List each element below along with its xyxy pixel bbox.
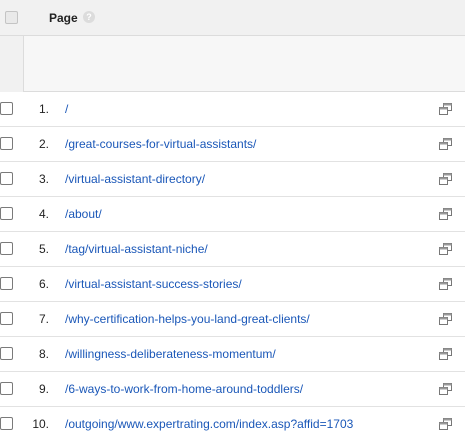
row-checkbox[interactable]: [0, 277, 13, 290]
open-in-new-window-icon[interactable]: [439, 103, 452, 115]
row-checkbox[interactable]: [0, 242, 13, 255]
table-row: 8. /willingness-deliberateness-momentum/: [0, 337, 465, 372]
row-checkbox[interactable]: [0, 417, 13, 430]
help-icon[interactable]: ?: [83, 11, 95, 23]
row-number: 2.: [38, 137, 49, 151]
page-path-link[interactable]: /: [65, 102, 68, 116]
table-row: 5. /tag/virtual-assistant-niche/: [0, 232, 465, 267]
page-path-link[interactable]: /about/: [65, 207, 102, 221]
page-path-link[interactable]: /great-courses-for-virtual-assistants/: [65, 137, 256, 151]
table-row: 6. /virtual-assistant-success-stories/: [0, 267, 465, 302]
page-path-link[interactable]: /virtual-assistant-directory/: [65, 172, 205, 186]
page-column-header[interactable]: Page: [49, 11, 78, 25]
page-path-link[interactable]: /why-certification-helps-you-land-great-…: [65, 312, 310, 326]
row-number: 4.: [38, 207, 49, 221]
row-checkbox[interactable]: [0, 382, 13, 395]
open-in-new-window-icon[interactable]: [439, 313, 452, 325]
table-row: 1. /: [0, 92, 465, 127]
row-checkbox[interactable]: [0, 347, 13, 360]
row-checkbox[interactable]: [0, 207, 13, 220]
page-path-link[interactable]: /6-ways-to-work-from-home-around-toddler…: [65, 382, 303, 396]
row-checkbox[interactable]: [0, 312, 13, 325]
open-in-new-window-icon[interactable]: [439, 278, 452, 290]
table-spacer-row: [0, 36, 465, 92]
table-header-row: Page ?: [0, 0, 465, 36]
table-row: 2. /great-courses-for-virtual-assistants/: [0, 127, 465, 162]
page-path-link[interactable]: /virtual-assistant-success-stories/: [65, 277, 242, 291]
table-row: 7. /why-certification-helps-you-land-grea…: [0, 302, 465, 337]
open-in-new-window-icon[interactable]: [439, 208, 452, 220]
row-number: 3.: [38, 172, 49, 186]
row-checkbox[interactable]: [0, 137, 13, 150]
row-number: 10.: [32, 417, 49, 431]
select-all-checkbox[interactable]: [5, 11, 18, 24]
page-path-link[interactable]: /outgoing/www.expertrating.com/index.asp…: [65, 417, 353, 431]
row-number: 8.: [38, 347, 49, 361]
open-in-new-window-icon[interactable]: [439, 138, 452, 150]
row-number: 5.: [38, 242, 49, 256]
row-checkbox[interactable]: [0, 102, 13, 115]
row-number: 1.: [38, 102, 49, 116]
page-path-link[interactable]: /tag/virtual-assistant-niche/: [65, 242, 208, 256]
open-in-new-window-icon[interactable]: [439, 173, 452, 185]
open-in-new-window-icon[interactable]: [439, 348, 452, 360]
open-in-new-window-icon[interactable]: [439, 383, 452, 395]
row-number: 9.: [38, 382, 49, 396]
table-row: 4. /about/: [0, 197, 465, 232]
table-row: 10. /outgoing/www.expertrating.com/index.…: [0, 407, 465, 441]
open-in-new-window-icon[interactable]: [439, 418, 452, 430]
row-number: 7.: [38, 312, 49, 326]
table-row: 9. /6-ways-to-work-from-home-around-toddl…: [0, 372, 465, 407]
top-content-table: Page ? 1. / 2. /great-courses-for-virtual-a…: [0, 0, 465, 441]
row-checkbox[interactable]: [0, 172, 13, 185]
row-number: 6.: [38, 277, 49, 291]
table-row: 3. /virtual-assistant-directory/: [0, 162, 465, 197]
checkbox-column-spacer: [0, 36, 24, 92]
open-in-new-window-icon[interactable]: [439, 243, 452, 255]
page-path-link[interactable]: /willingness-deliberateness-momentum/: [65, 347, 276, 361]
